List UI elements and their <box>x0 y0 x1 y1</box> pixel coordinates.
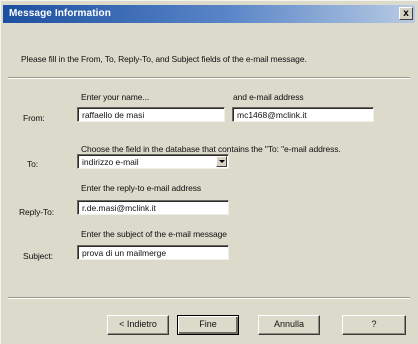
reply-to-label: Reply-To: <box>19 207 55 217</box>
close-icon: x <box>403 8 409 19</box>
close-button[interactable]: x <box>399 7 413 20</box>
from-name-hint: Enter your name... <box>81 92 150 102</box>
chevron-down-icon[interactable] <box>216 156 227 167</box>
subject-field[interactable]: prova di un mailmerge <box>77 245 229 260</box>
from-address-field[interactable]: mc1468@mclink.it <box>232 107 374 122</box>
reply-to-hint: Enter the reply-to e-mail address <box>81 183 202 193</box>
back-button[interactable]: < Indietro <box>107 315 169 335</box>
cancel-button[interactable]: Annulla <box>258 315 320 335</box>
to-label: To: <box>27 159 39 169</box>
subject-hint: Enter the subject of the e-mail message <box>81 229 227 239</box>
subject-label: Subject: <box>23 251 53 261</box>
to-selected-value: indirizzo e-mail <box>82 157 139 167</box>
to-field-select[interactable]: indirizzo e-mail <box>77 154 229 169</box>
help-button[interactable]: ? <box>342 315 406 335</box>
message-information-dialog: Message Information x Please fill in the… <box>0 0 418 344</box>
separator-bottom <box>8 297 410 299</box>
instructions-text: Please fill in the From, To, Reply-To, a… <box>21 54 307 64</box>
separator-top <box>8 77 410 79</box>
to-hint: Choose the field in the database that co… <box>81 144 341 154</box>
dialog-title: Message Information <box>9 8 111 19</box>
title-bar[interactable]: Message Information x <box>3 5 415 23</box>
from-address-hint: and e-mail address <box>233 92 304 102</box>
finish-button[interactable]: Fine <box>177 315 239 335</box>
from-name-field[interactable]: raffaello de masi <box>77 107 225 122</box>
from-label: From: <box>23 113 45 123</box>
reply-to-field[interactable]: r.de.masi@mclink.it <box>77 200 229 215</box>
